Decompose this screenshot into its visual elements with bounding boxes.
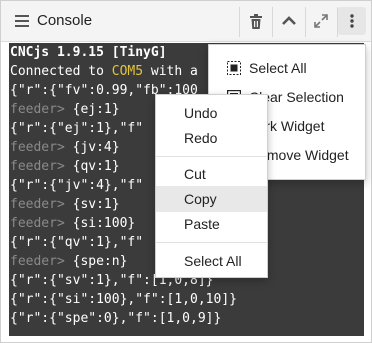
- toolbar-divider: [272, 7, 273, 37]
- menu-item-select-all[interactable]: Select All: [209, 55, 365, 81]
- console-text: {"r":{"jv":4},"f": [10, 178, 144, 193]
- console-prompt: feeder>: [10, 197, 65, 212]
- console-text: CNCjs 1.9.15 [TinyG]: [10, 45, 167, 60]
- console-line: feeder> {ej:1}: [10, 100, 120, 120]
- console-line: Connected to COM5 with a: [10, 62, 198, 82]
- console-prompt: feeder>: [10, 159, 65, 174]
- context-menu-cut[interactable]: Cut: [156, 161, 267, 187]
- console-prompt: feeder>: [10, 140, 65, 155]
- console-line: feeder> {si:100}: [10, 214, 135, 234]
- clear-console-button[interactable]: [242, 7, 270, 35]
- context-menu-undo[interactable]: Undo: [156, 100, 267, 126]
- console-text: {spe:n}: [64, 254, 128, 269]
- console-line: {"r":{"ej":1},"f": [10, 119, 143, 139]
- console-line: {"r":{"si":100},"f":[1,0,10]}: [10, 290, 237, 310]
- console-text: Connected to: [10, 64, 112, 79]
- context-menu-label: Select All: [184, 253, 242, 269]
- select-all-icon: [227, 61, 241, 75]
- context-menu-label: Copy: [184, 191, 217, 207]
- console-line: feeder> {qv:1}: [10, 157, 120, 177]
- expand-icon: [314, 14, 328, 28]
- console-line: {"r":{"spe":0},"f":[1,0,9]}: [10, 309, 221, 329]
- menu-item-label: Select All: [249, 60, 307, 76]
- console-prompt: feeder>: [10, 102, 65, 117]
- console-text: {sv:1}: [64, 197, 120, 212]
- context-menu-label: Paste: [184, 216, 220, 232]
- toolbar-divider: [239, 7, 240, 37]
- context-menu: Undo Redo Cut Copy Paste Select All: [155, 94, 268, 278]
- collapse-button[interactable]: [275, 7, 303, 35]
- console-text: {"r":{"qv":1},"f": [10, 235, 144, 250]
- console-port: COM5: [111, 64, 144, 79]
- context-menu-redo[interactable]: Redo: [156, 125, 267, 151]
- trash-icon: [250, 13, 262, 29]
- console-line: feeder> {sv:1}: [10, 195, 120, 215]
- widget-menu-button[interactable]: [338, 7, 366, 35]
- console-text: {si:100}: [64, 216, 136, 231]
- chevron-up-icon: [282, 16, 296, 25]
- context-menu-divider: [156, 156, 267, 157]
- context-menu-label: Undo: [184, 105, 218, 121]
- console-text: {"r":{"si":100},"f":[1,0,10]}: [10, 292, 237, 307]
- console-line: {"r":{"qv":1},"f": [10, 233, 143, 253]
- console-text: {ej:1}: [64, 102, 120, 117]
- context-menu-divider: [156, 242, 267, 243]
- context-menu-paste[interactable]: Paste: [156, 211, 267, 237]
- console-text: {qv:1}: [64, 159, 120, 174]
- context-menu-label: Cut: [184, 166, 206, 182]
- console-text: {"r":{"ej":1},"f": [10, 121, 144, 136]
- context-menu-label: Redo: [184, 130, 218, 146]
- context-menu-select-all[interactable]: Select All: [156, 248, 267, 274]
- context-menu-copy[interactable]: Copy: [156, 186, 267, 212]
- widget-header: Console: [1, 1, 371, 42]
- console-line: CNCjs 1.9.15 [TinyG]: [10, 43, 167, 63]
- toolbar-divider: [305, 7, 306, 37]
- fullscreen-button[interactable]: [307, 7, 335, 35]
- console-prompt: feeder>: [10, 254, 65, 269]
- console-prompt: feeder>: [10, 216, 65, 231]
- console-line: feeder> {jv:4}: [10, 138, 120, 158]
- console-text: with a: [143, 64, 198, 79]
- widget-title: Console: [37, 12, 93, 29]
- console-text: {jv:4}: [64, 140, 120, 155]
- console-text: {"r":{"spe":0},"f":[1,0,9]}: [10, 311, 222, 326]
- console-line: feeder> {spe:n}: [10, 252, 127, 272]
- more-vertical-icon: [350, 14, 354, 28]
- drag-handle-icon[interactable]: [15, 15, 29, 27]
- console-line: {"r":{"jv":4},"f": [10, 176, 143, 196]
